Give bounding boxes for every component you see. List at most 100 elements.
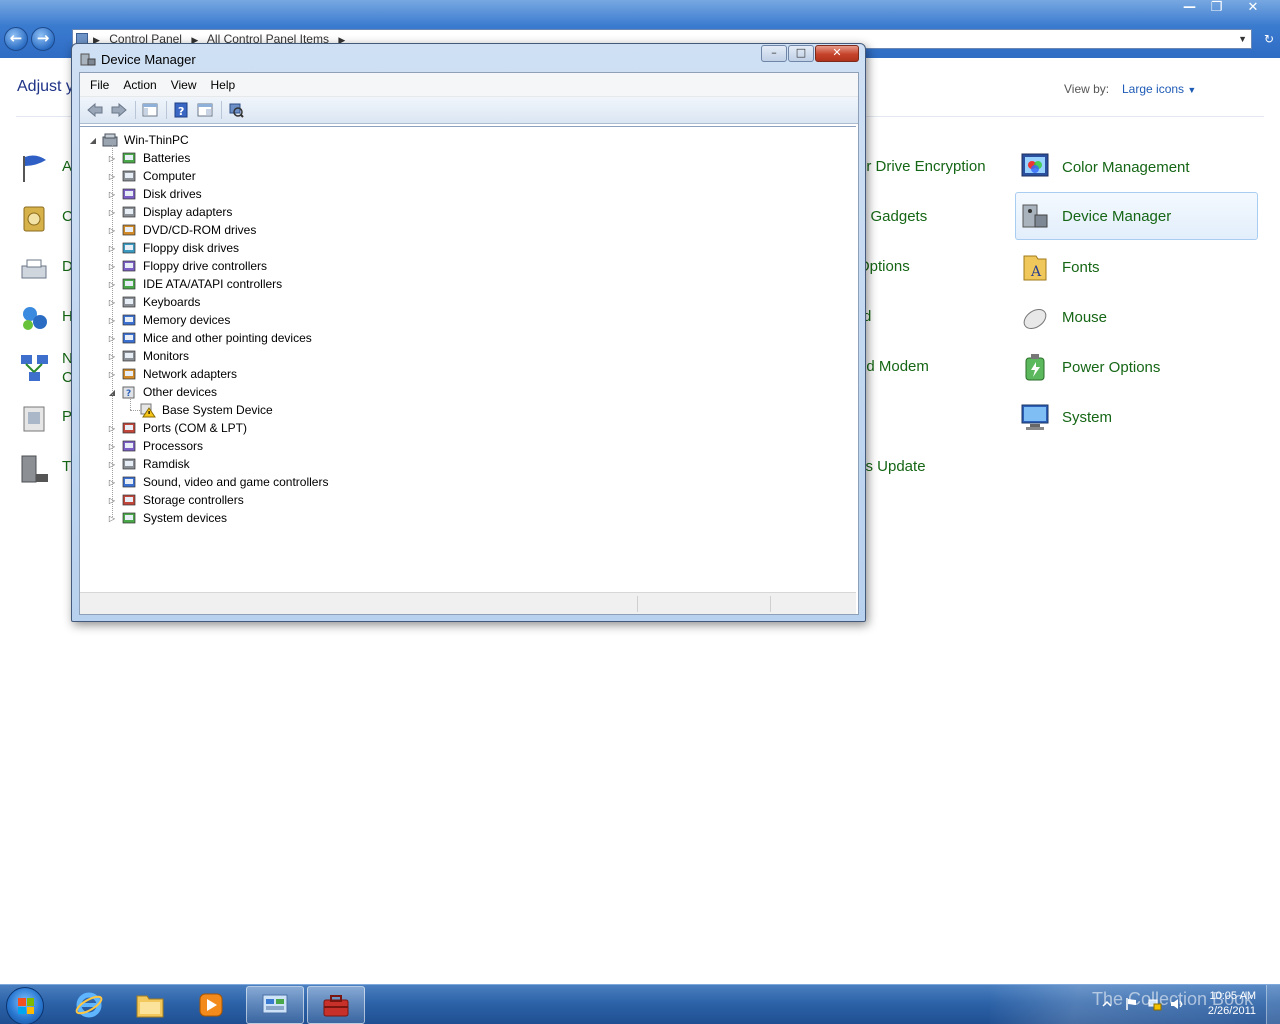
tree-category[interactable]: ▷ Sound, video and game controllers (107, 473, 329, 491)
tree-category[interactable]: ▷ Floppy disk drives (107, 239, 239, 257)
device-manager-client: File Action View Help ? ◢ Win-ThinPC ▷ Batt… (79, 72, 859, 615)
volume-icon[interactable] (1170, 997, 1184, 1011)
tree-category[interactable]: ▷ Processors (107, 437, 203, 455)
programs-icon (23, 406, 45, 432)
tree-category[interactable]: ▷ Network adapters (107, 365, 237, 383)
chevron-down-icon: ▼ (1187, 85, 1197, 95)
tree-node-label: Other devices (143, 385, 218, 399)
cp-item-power-options[interactable]: Power Options (1016, 343, 1258, 391)
cp-item-device-manager[interactable]: Device Manager (1015, 192, 1258, 240)
tree-node-label: Display adapters (143, 205, 233, 219)
mouse-icon (1023, 308, 1047, 330)
view-by-dropdown[interactable]: Large icons ▼ (1122, 82, 1196, 96)
cp-item-mid-6[interactable]: vs Update (858, 458, 926, 475)
dvd-drive-icon (122, 224, 136, 236)
cp-item-mid-2[interactable]: p Gadgets (858, 208, 927, 225)
cp-item-color-management[interactable]: Color Management (1016, 143, 1258, 191)
restore-button[interactable]: ❐ (1203, 0, 1230, 18)
device-tree[interactable]: ◢ Win-ThinPC ▷ Batteries ▷ Computer ▷ Disk driv… (80, 126, 856, 591)
view-by-label: View by: (1064, 82, 1110, 96)
back-arrow-icon[interactable] (84, 100, 106, 120)
refresh-icon[interactable]: ↻ (1258, 29, 1280, 49)
close-button[interactable]: ✕ (1230, 0, 1276, 18)
status-bar (80, 592, 856, 614)
network-icon[interactable] (1148, 997, 1162, 1011)
cp-item-mouse[interactable]: Mouse (1016, 293, 1258, 341)
cp-item-fonts[interactable]: A Fonts (1016, 243, 1258, 291)
tree-category[interactable]: ▷ Monitors (107, 347, 189, 365)
internet-explorer-icon (75, 992, 103, 1018)
storage-controller-icon (122, 494, 136, 506)
tree-root[interactable]: ◢ Win-ThinPC (88, 131, 189, 149)
back-button[interactable]: ← (4, 27, 28, 51)
ide-controller-icon (122, 278, 136, 290)
media-player-icon (199, 993, 223, 1017)
show-hide-console-tree-icon[interactable] (139, 100, 161, 120)
close-button[interactable]: ✕ (815, 45, 859, 62)
tree-category[interactable]: ▷ IDE ATA/ATAPI controllers (107, 275, 282, 293)
menu-help[interactable]: Help (204, 78, 243, 92)
tree-category[interactable]: ▷ Computer (107, 167, 196, 185)
processor-icon (122, 440, 136, 452)
tree-category[interactable]: ▷ Ramdisk (107, 455, 190, 473)
cp-item-system[interactable]: System (1016, 393, 1258, 441)
menu-action[interactable]: Action (116, 78, 163, 92)
action-center-flag-icon[interactable] (1124, 997, 1138, 1011)
cp-item-mid-1[interactable]: er Drive Encryption (858, 158, 986, 175)
tree-node-label: Win-ThinPC (124, 133, 189, 147)
properties-icon[interactable] (194, 100, 216, 120)
homegroup-icon (23, 307, 47, 330)
scan-hardware-changes-icon[interactable] (225, 100, 247, 120)
color-management-icon (1021, 153, 1049, 177)
cp-item-mid-5[interactable]: nd Modem (858, 358, 929, 375)
tree-expanded-arrow-icon[interactable]: ◢ (88, 136, 98, 145)
show-hidden-icons-icon[interactable] (1100, 997, 1114, 1011)
taskbar-control-panel[interactable] (246, 986, 304, 1024)
taskbar-windows-explorer[interactable] (121, 986, 179, 1024)
address-dropdown-icon[interactable]: ▼ (1238, 30, 1247, 48)
taskbar-internet-explorer[interactable] (60, 986, 118, 1024)
tree-node-label: Base System Device (162, 403, 273, 417)
status-pane-divider (770, 596, 771, 612)
clock[interactable]: 10:05 AM 2/26/2011 (1208, 989, 1256, 1019)
start-button[interactable] (6, 987, 44, 1024)
help-icon[interactable]: ? (170, 100, 192, 120)
tree-category[interactable]: ▷ Disk drives (107, 185, 202, 203)
maximize-button[interactable]: □ (788, 45, 814, 62)
menu-file[interactable]: File (83, 78, 116, 92)
tree-category[interactable]: ▷ Storage controllers (107, 491, 244, 509)
forward-button[interactable]: → (31, 27, 55, 51)
tree-node-label: Processors (143, 439, 204, 453)
tree-category[interactable]: ▷ DVD/CD-ROM drives (107, 221, 256, 239)
taskbar-media-player[interactable] (182, 986, 240, 1024)
tree-device[interactable]: Base System Device (126, 401, 273, 419)
tree-category[interactable]: ▷ Ports (COM & LPT) (107, 419, 247, 437)
minimize-button[interactable]: — (1176, 0, 1203, 18)
menu-view[interactable]: View (164, 78, 204, 92)
tree-category[interactable]: ▷ Batteries (107, 149, 190, 167)
tree-category[interactable]: ▷ System devices (107, 509, 227, 527)
cp-item-label: Color Management (1062, 158, 1190, 176)
cp-item-label: Fonts (1062, 258, 1100, 276)
tree-category[interactable]: ▷ Mice and other pointing devices (107, 329, 312, 347)
tree-category[interactable]: ▷ Floppy drive controllers (107, 257, 267, 275)
titlebar-sheen (0, 0, 1280, 26)
cp-item-left-7[interactable]: T (62, 458, 71, 475)
unknown-device-icon: ? (122, 386, 135, 399)
taskbar-device-manager[interactable] (307, 986, 365, 1024)
show-desktop-button[interactable] (1266, 985, 1280, 1024)
tree-category[interactable]: ▷ Display adapters (107, 203, 232, 221)
troubleshooting-icon (21, 455, 48, 483)
floppy-controller-icon (122, 260, 136, 272)
tree-category[interactable]: ▷ Keyboards (107, 293, 200, 311)
tree-node-label: IDE ATA/ATAPI controllers (143, 277, 283, 291)
display-adapter-icon (122, 206, 136, 218)
forward-arrow-icon[interactable] (108, 100, 130, 120)
tree-node-label: Mice and other pointing devices (143, 331, 312, 345)
tree-category[interactable]: ◢? Other devices (107, 383, 217, 401)
port-icon (122, 422, 136, 434)
tree-category[interactable]: ▷ Memory devices (107, 311, 230, 329)
network-sharing-icon (21, 355, 48, 381)
tree-connector (112, 145, 113, 517)
minimize-button[interactable]: – (761, 45, 787, 62)
